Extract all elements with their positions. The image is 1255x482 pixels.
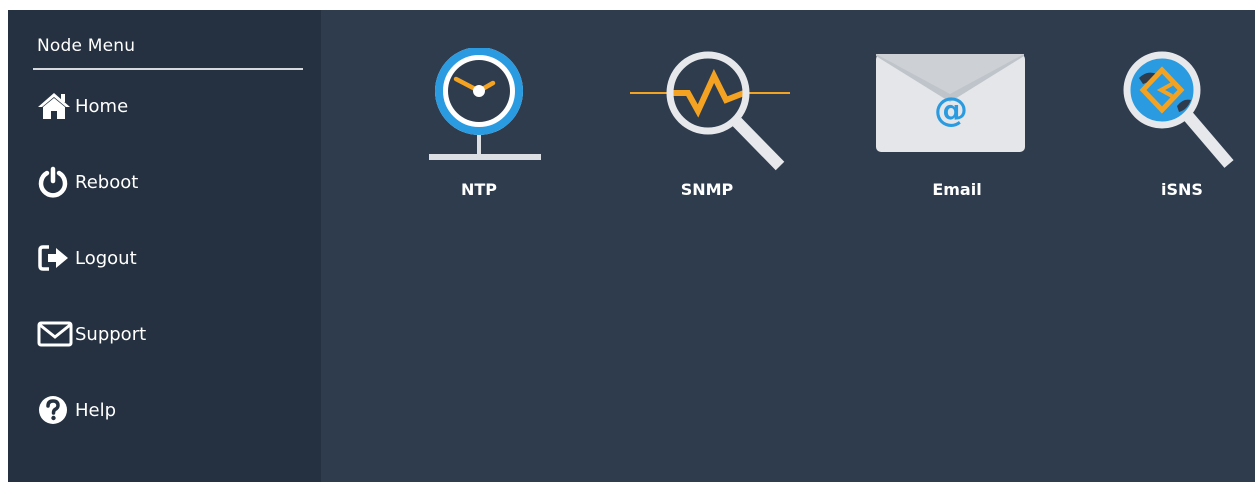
email-tile-label: Email: [932, 180, 982, 199]
ntp-tile-label: NTP: [460, 180, 498, 199]
isns-tile-label: iSNS: [1161, 180, 1203, 199]
logout-icon: [37, 240, 75, 276]
home-icon: [37, 88, 75, 124]
snmp-tile[interactable]: SNMP: [630, 48, 790, 208]
ntp-tile[interactable]: NTP: [416, 48, 566, 208]
magnifier-signal-icon: [630, 51, 790, 171]
sidebar-item-help[interactable]: Help: [37, 390, 297, 430]
isns-tile[interactable]: iSNS: [1117, 48, 1255, 208]
sidebar-item-support[interactable]: Support: [37, 314, 297, 354]
sidebar-item-reboot[interactable]: Reboot: [37, 162, 297, 202]
email-envelope-icon: @: [876, 54, 1025, 152]
app-window: Node Menu Home Reboot Logout Support Hel…: [8, 10, 1255, 482]
main-panel: NTP SNMP @ Email iSNS: [321, 10, 1255, 482]
sidebar-item-label: Reboot: [75, 171, 139, 193]
question-circle-icon: [37, 392, 75, 428]
sidebar-item-home[interactable]: Home: [37, 86, 297, 126]
magnifier-isns-icon: [1123, 51, 1234, 168]
sidebar-title: Node Menu: [37, 36, 136, 56]
email-tile[interactable]: @ Email: [875, 48, 1025, 208]
sidebar-item-label: Home: [75, 95, 129, 117]
snmp-tile-label: SNMP: [680, 180, 734, 199]
node-menu-sidebar: Node Menu Home Reboot Logout Support Hel…: [8, 10, 321, 482]
sidebar-item-label: Logout: [75, 247, 137, 269]
sidebar-item-label: Support: [75, 323, 147, 345]
sidebar-item-label: Help: [75, 399, 117, 421]
sidebar-item-logout[interactable]: Logout: [37, 238, 297, 278]
svg-text:@: @: [934, 90, 968, 130]
envelope-icon: [37, 316, 75, 352]
clock-icon: [429, 48, 541, 160]
power-icon: [37, 164, 75, 200]
sidebar-divider: [33, 68, 303, 70]
